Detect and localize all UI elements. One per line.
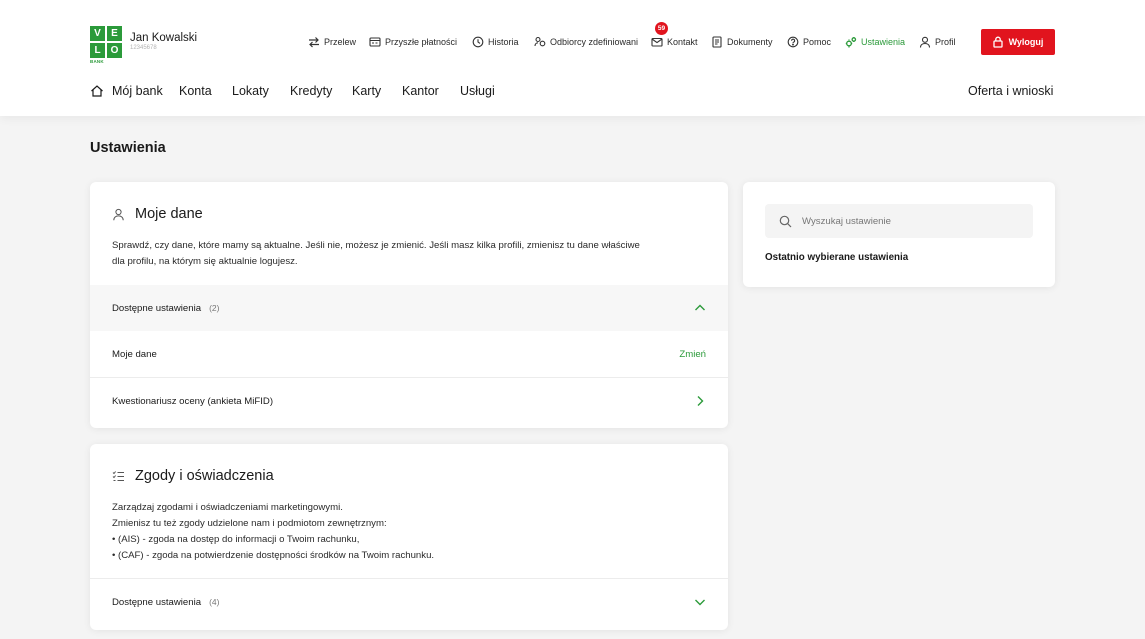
topnav-label: Odbiorcy zdefiniowani [550, 37, 639, 47]
topnav-label: Pomoc [803, 37, 832, 47]
sidebar-search-card: Ostatnio wybierane ustawienia [743, 182, 1055, 287]
logo-letter: E [107, 26, 122, 41]
logo-letter: V [90, 26, 105, 41]
available-settings-count: (4) [209, 596, 220, 607]
card-header: Moje dane [112, 206, 203, 222]
card-title: Moje dane [135, 206, 203, 222]
topnav-label: Historia [488, 37, 519, 47]
mainnav-konta[interactable]: Konta [179, 84, 212, 98]
topnav-label: Ustawienia [861, 37, 906, 47]
description-line: Sprawdź, czy dane, które mamy są aktualn… [112, 240, 640, 251]
logo-letter: O [107, 43, 122, 58]
card-description: Zarządzaj zgodami i oświadczeniami marke… [112, 500, 434, 564]
topnav-label: Profil [935, 37, 956, 47]
history-icon [472, 36, 484, 48]
home-icon [91, 85, 103, 97]
search-box [765, 204, 1033, 238]
topnav-odbiorcy[interactable]: Odbiorcy zdefiniowani [534, 33, 638, 51]
user-icon [113, 208, 124, 220]
calendar-icon [369, 37, 381, 47]
available-settings-count: (2) [209, 302, 220, 313]
checklist-icon [112, 470, 124, 481]
available-settings-text: Dostępne ustawienia [112, 302, 202, 314]
topnav-label: Przelew [324, 37, 357, 47]
user-icon [919, 36, 931, 48]
logout-label: Wyloguj [1008, 37, 1044, 47]
mainnav-moj-bank[interactable]: Mój bank [90, 84, 163, 98]
card-description: Sprawdź, czy dane, które mamy są aktualn… [112, 238, 640, 270]
topnav-pomoc[interactable]: Pomoc [787, 33, 831, 51]
mainnav-kredyty[interactable]: Kredyty [290, 84, 332, 98]
logo-subtext: BANK [90, 59, 104, 64]
settings-row-mifid[interactable]: Kwestionariusz oceny (ankieta MiFID) [90, 378, 728, 424]
mainnav-karty[interactable]: Karty [352, 84, 381, 98]
recipients-icon [534, 36, 546, 47]
transfer-icon [309, 37, 319, 48]
topnav-label: Przyszłe płatności [385, 37, 458, 47]
topnav-przyszle-platnosci[interactable]: Przyszłe płatności [369, 33, 457, 51]
chevron-down-icon [695, 599, 705, 606]
header: V E L O BANK Jan Kowalski 12345678 Przel… [0, 0, 1145, 116]
user-name: Jan Kowalski [130, 32, 198, 44]
topnav-kontakt[interactable]: Kontakt 59 [651, 22, 698, 51]
mail-icon [651, 37, 663, 47]
mainnav-label: Konta [179, 84, 212, 98]
mainnav-label: Karty [352, 84, 382, 98]
lock-icon [992, 36, 1003, 48]
change-link[interactable]: Zmień [679, 349, 706, 360]
card-header: Zgody i oświadczenia [112, 468, 274, 484]
velo-bank-logo[interactable]: V E L O BANK [90, 26, 122, 64]
card-zgody: Zgody i oświadczenia Zarządzaj zgodami i… [90, 444, 728, 630]
chevron-right-icon [697, 396, 704, 406]
chevron-up-icon [695, 304, 705, 311]
mainnav-label: Mój bank [112, 84, 163, 98]
mainnav-label: Kantor [402, 84, 439, 98]
description-line: Zarządzaj zgodami i oświadczeniami marke… [112, 502, 343, 513]
settings-row-moje-dane: Moje dane Zmień [90, 331, 728, 377]
logo-letter: L [90, 43, 105, 58]
description-line: • (AIS) - zgoda na dostęp do informacji … [112, 534, 360, 545]
mainnav-kantor[interactable]: Kantor [402, 84, 439, 98]
mainnav-label: Kredyty [290, 84, 333, 98]
mainnav-uslugi[interactable]: Usługi [460, 84, 495, 98]
topnav-ustawienia[interactable]: Ustawienia [845, 33, 905, 51]
recent-settings-title: Ostatnio wybierane ustawienia [765, 252, 909, 263]
card-moje-dane: Moje dane Sprawdź, czy dane, które mamy … [90, 182, 728, 428]
available-settings-label: Dostępne ustawienia (4) [112, 597, 219, 608]
topnav-przelew[interactable]: Przelew [308, 33, 356, 51]
settings-row-label: Kwestionariusz oceny (ankieta MiFID) [112, 395, 274, 407]
user-id: 12345678 [130, 45, 157, 51]
search-input[interactable] [802, 215, 1022, 227]
topnav-label: Kontakt [667, 37, 698, 47]
description-line: dla profilu, na którym się aktualnie log… [112, 256, 298, 267]
available-settings-toggle[interactable]: Dostępne ustawienia (2) [90, 285, 728, 331]
search-icon [779, 215, 792, 227]
available-settings-toggle[interactable]: Dostępne ustawienia (4) [90, 579, 728, 625]
topnav-historia[interactable]: Historia [472, 33, 519, 51]
topnav-dokumenty[interactable]: Dokumenty [711, 33, 773, 51]
notification-badge: 59 [655, 22, 668, 35]
gears-icon [845, 37, 857, 48]
description-line: Zmienisz tu też zgody udzielone nam i po… [112, 518, 387, 529]
mainnav-label: Usługi [460, 84, 495, 98]
available-settings-text: Dostępne ustawienia [112, 596, 202, 608]
settings-row-label: Moje dane [112, 348, 157, 360]
card-title: Zgody i oświadczenia [135, 468, 274, 484]
mainnav-label: Oferta i wnioski [968, 84, 1054, 98]
mainnav-lokaty[interactable]: Lokaty [232, 84, 269, 98]
help-icon [787, 36, 799, 48]
description-line: • (CAF) - zgoda na potwierdzenie dostępn… [112, 550, 435, 561]
mainnav-label: Lokaty [232, 84, 269, 98]
mainnav-oferta-wnioski[interactable]: Oferta i wnioski [968, 84, 1053, 98]
topnav-label: Dokumenty [727, 37, 773, 47]
logout-button[interactable]: Wyloguj [981, 29, 1055, 55]
page-title: Ustawienia [90, 140, 166, 156]
topnav-profil[interactable]: Profil [919, 33, 956, 51]
available-settings-label: Dostępne ustawienia (2) [112, 303, 219, 314]
document-icon [712, 36, 722, 48]
